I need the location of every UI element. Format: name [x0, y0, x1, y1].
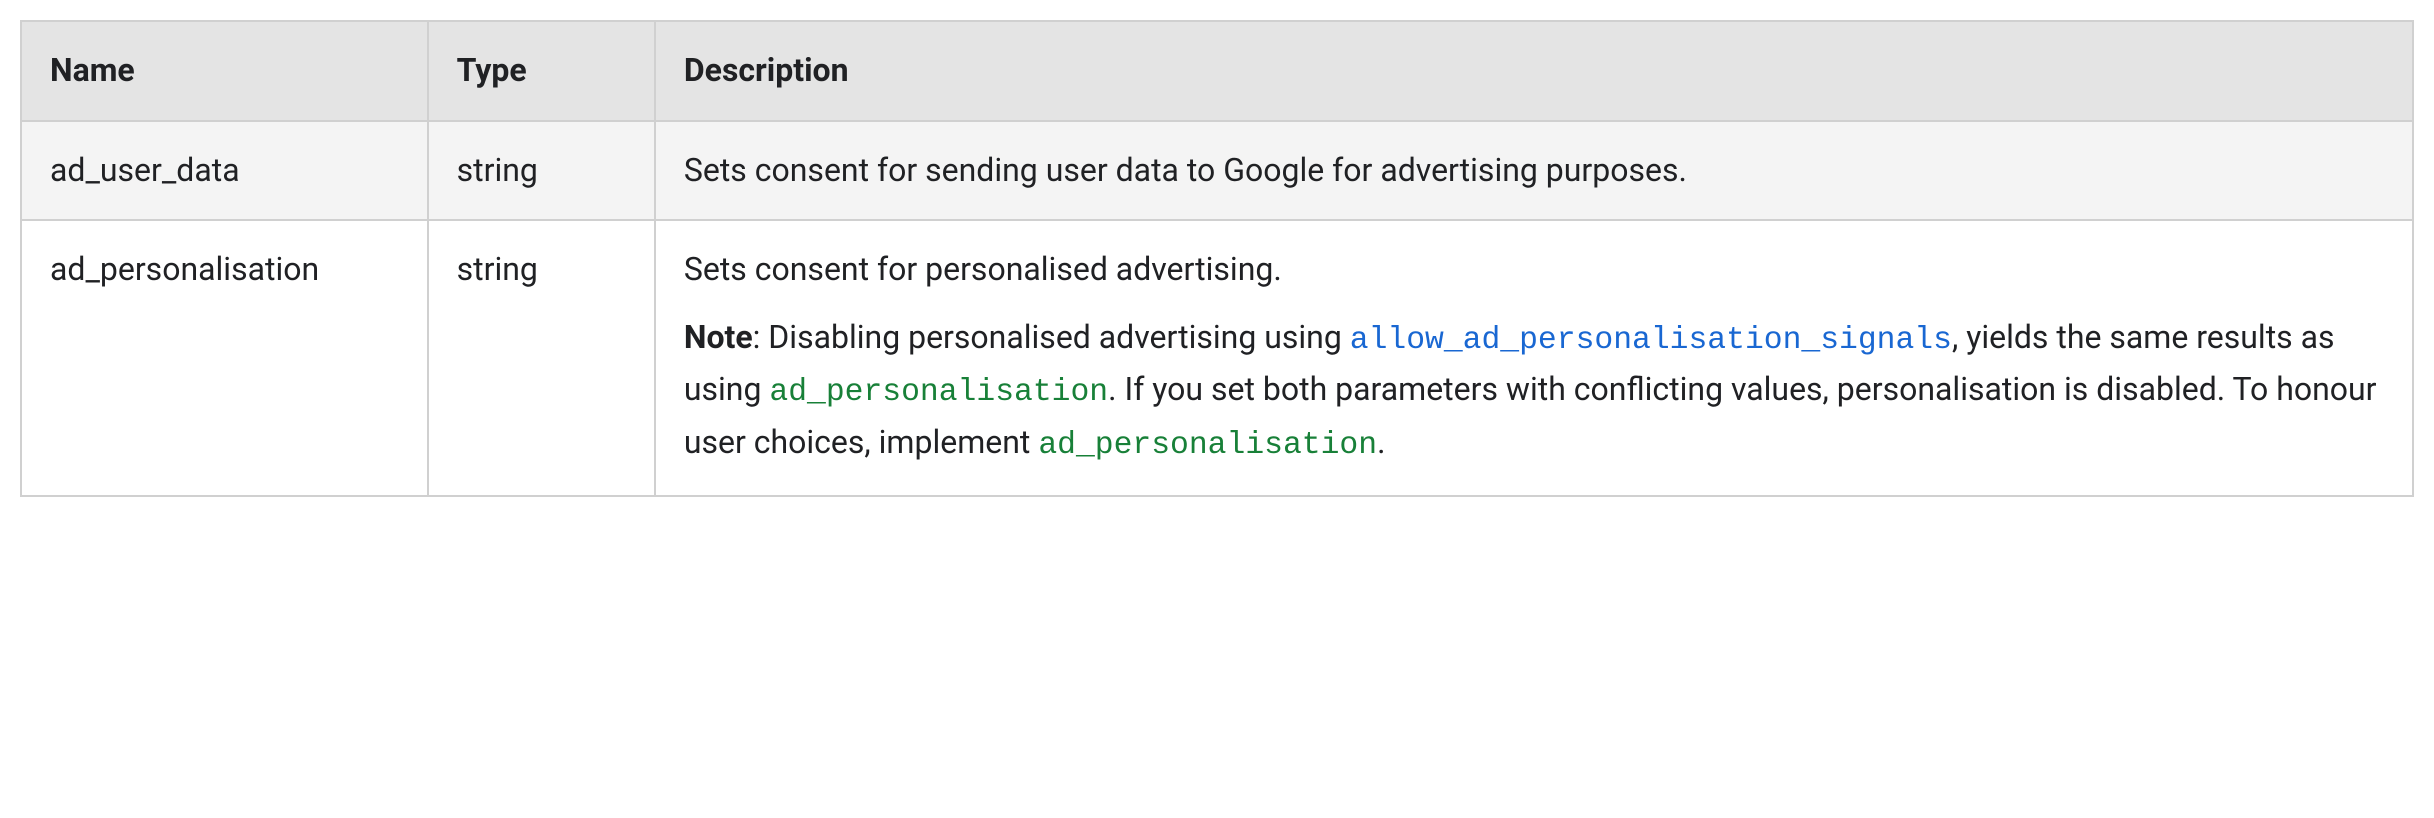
note-text: : Disabling personalised advertising usi… — [753, 318, 1350, 356]
header-type: Type — [428, 21, 655, 121]
header-description: Description — [655, 21, 2413, 121]
param-description: Sets consent for sending user data to Go… — [655, 121, 2413, 221]
param-name: ad_personalisation — [21, 220, 428, 495]
param-type: string — [428, 121, 655, 221]
header-name: Name — [21, 21, 428, 121]
param-note: Note: Disabling personalised advertising… — [684, 313, 2384, 471]
parameters-table: Name Type Description ad_user_data strin… — [20, 20, 2414, 497]
param-description: Sets consent for personalised advertisin… — [655, 220, 2413, 495]
param-description-line: Sets consent for personalised advertisin… — [684, 245, 2384, 295]
code-link-allow-ad-personalisation-signals[interactable]: allow_ad_personalisation_signals — [1350, 323, 1952, 358]
note-label: Note — [684, 318, 753, 356]
code-ad-personalisation: ad_personalisation — [1038, 428, 1377, 463]
param-type: string — [428, 220, 655, 495]
table-row: ad_user_data string Sets consent for sen… — [21, 121, 2413, 221]
table-header-row: Name Type Description — [21, 21, 2413, 121]
table-row: ad_personalisation string Sets consent f… — [21, 220, 2413, 495]
param-name: ad_user_data — [21, 121, 428, 221]
code-ad-personalisation: ad_personalisation — [769, 375, 1108, 410]
note-text: . — [1377, 423, 1385, 461]
